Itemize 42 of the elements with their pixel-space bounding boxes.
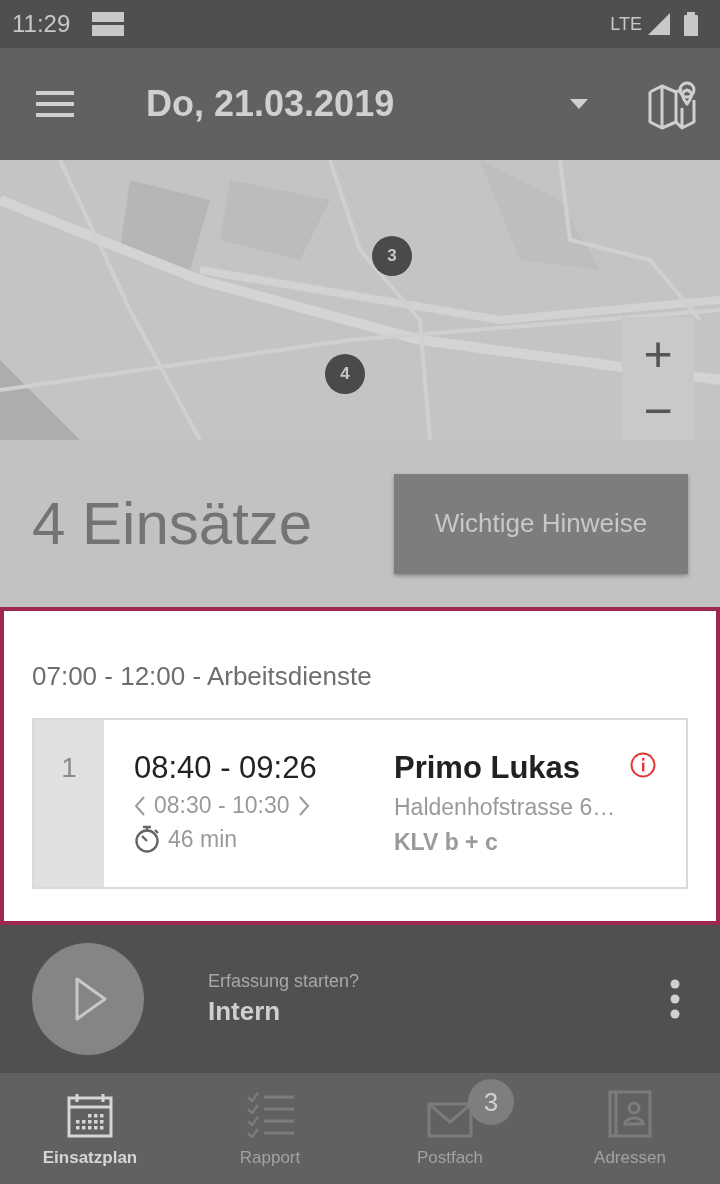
battery-icon [684,12,698,36]
tracking-label: Intern [208,996,282,1027]
zoom-in-button[interactable]: + [622,317,694,391]
planned-time: 08:40 - 09:26 [134,750,318,786]
client-address: Haldenhofstrasse 6… [394,794,617,821]
nav-tab[interactable]: Einsatzplan [0,1073,180,1184]
assignment-index: 1 [34,720,104,887]
nav-label: Rapport [239,1148,301,1168]
service-type: KLV b + c [394,829,499,856]
more-button[interactable] [670,979,680,1019]
chevron-left-icon[interactable] [134,794,146,817]
duration: 46 min [168,825,238,853]
tracking-prompt: Erfassung starten? [208,971,361,992]
sim-card-icon [92,10,125,38]
nav-label: Einsatzplan [42,1148,138,1168]
assignment-card[interactable]: 1 08:40 - 09:26 08:30 - 10:30 46 min Primo Lukas Haldenhofstrasse 6… KLV b + c [32,718,688,889]
network-type: LTE [610,13,642,35]
nav-tab[interactable]: Adressen [540,1073,720,1184]
menu-icon [36,91,74,117]
address-book-icon [608,1090,652,1138]
play-icon [75,977,107,1021]
chevron-right-icon[interactable] [297,794,310,817]
calendar-icon [67,1092,113,1138]
stopwatch-icon [134,825,160,853]
nav-label: Adressen [594,1148,666,1168]
info-icon[interactable] [630,752,656,778]
nav-tab[interactable]: Rapport [180,1073,360,1184]
dropdown-icon[interactable] [570,99,588,109]
client-name: Primo Lukas [394,750,582,786]
more-icon [670,979,680,1019]
signal-icon [648,13,670,35]
zoom-out-button[interactable]: − [622,391,694,440]
notes-button[interactable]: Wichtige Hinweise [394,473,688,574]
checklist-icon [246,1092,294,1138]
shift-title: 07:00 - 12:00 - Arbeitsdienste [32,661,373,692]
menu-button[interactable] [36,91,74,117]
nav-tab[interactable]: Postfach 3 [360,1073,540,1184]
time-window: 08:30 - 10:30 [154,792,290,819]
unread-badge: 3 [468,1079,514,1125]
assignment-count: 4 Einsätze [32,489,313,558]
status-time: 11:29 [12,10,71,38]
nav-label: Postfach [416,1148,484,1168]
